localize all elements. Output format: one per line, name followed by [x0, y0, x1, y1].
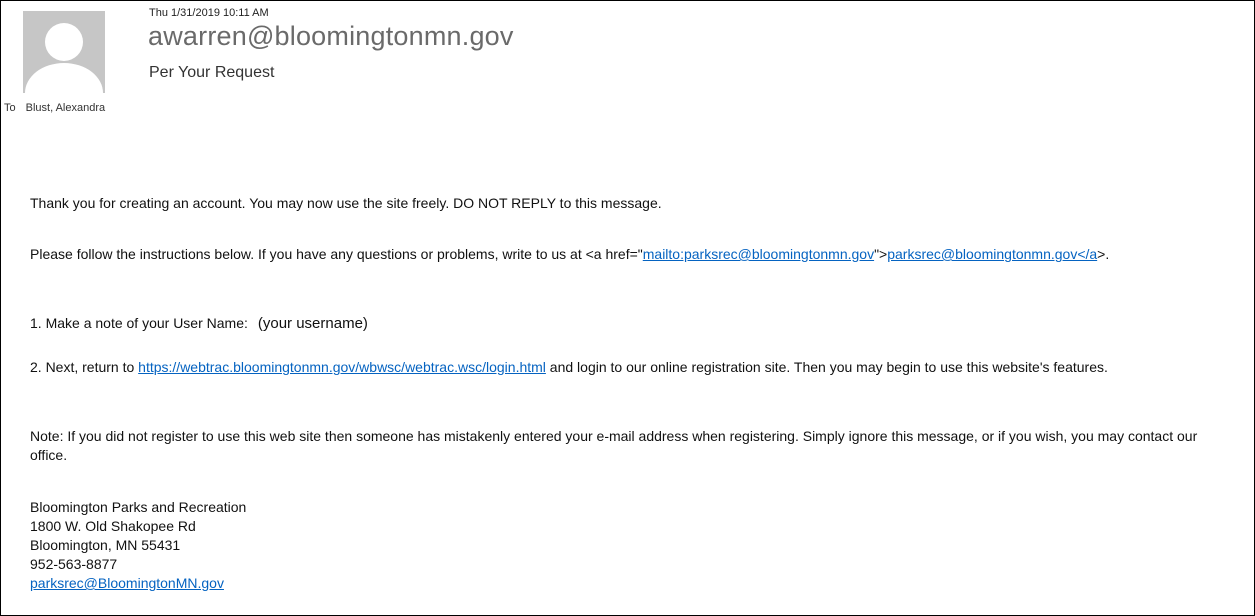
- contact-email-link[interactable]: parksrec@bloomingtonmn.gov</a: [887, 246, 1097, 262]
- mailto-link[interactable]: mailto:parksrec@bloomingtonmn.gov: [643, 246, 874, 262]
- signature-org: Bloomington Parks and Recreation: [30, 499, 247, 515]
- recipient-line: To Blust, Alexandra: [4, 102, 105, 114]
- avatar-shoulders-shape: [25, 63, 103, 93]
- signature-phone: 952-563-8877: [30, 556, 118, 572]
- email-reading-pane: Thu 1/31/2019 10:11 AM awarren@bloomingt…: [0, 0, 1255, 616]
- body-paragraph-contact: Please follow the instructions below. If…: [30, 245, 1230, 264]
- email-subject: Per Your Request: [149, 64, 275, 81]
- signature-city: Bloomington, MN 55431: [30, 537, 181, 553]
- signature-email-link[interactable]: parksrec@BloomingtonMN.gov: [30, 574, 246, 593]
- recipient-name[interactable]: Blust, Alexandra: [26, 102, 106, 114]
- login-text: 2. Next, return to: [30, 359, 139, 375]
- to-label: To: [4, 102, 16, 114]
- avatar-head-shape: [45, 23, 83, 61]
- signature-street: 1800 W. Old Shakopee Rd: [30, 518, 196, 534]
- username-label: 1. Make a note of your User Name:: [30, 315, 248, 331]
- contact-text-end: >.: [1097, 246, 1110, 262]
- contact-text-mid: ">: [874, 246, 888, 262]
- email-signature: Bloomington Parks and Recreation 1800 W.…: [30, 498, 246, 593]
- contact-text: Please follow the instructions below. If…: [30, 246, 643, 262]
- sender-avatar-icon[interactable]: [23, 11, 105, 93]
- login-url-link[interactable]: https://webtrac.bloomingtonmn.gov/wbwsc/…: [138, 359, 546, 375]
- email-sender[interactable]: awarren@bloomingtonmn.gov: [148, 21, 514, 52]
- email-date: Thu 1/31/2019 10:11 AM: [149, 7, 269, 19]
- body-paragraph-username: 1. Make a note of your User Name: (your u…: [30, 314, 368, 333]
- body-paragraph-login: 2. Next, return to https://webtrac.bloom…: [30, 358, 1235, 377]
- username-value: (your username): [257, 315, 368, 332]
- login-text-end: and login to our online registration sit…: [545, 359, 1108, 375]
- body-paragraph-note: Note: If you did not register to use thi…: [30, 428, 1198, 463]
- body-paragraph-intro: Thank you for creating an account. You m…: [30, 195, 662, 211]
